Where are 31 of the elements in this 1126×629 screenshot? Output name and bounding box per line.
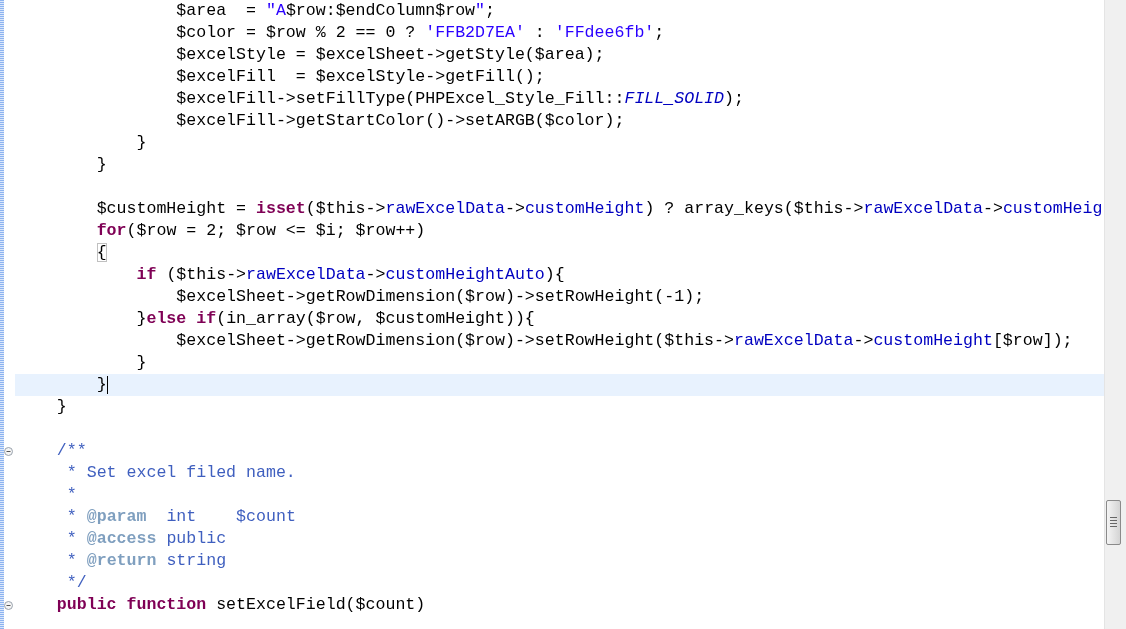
code-line: $color = $row % 2 == 0 ? 'FFB2D7EA' : 'FFdee6fb';: [175, 22, 665, 44]
collapse-icon[interactable]: [4, 446, 13, 456]
code-line: $excelFill->setFillType(PHPExcel_Style_Fill::FILL_SOLID);: [175, 88, 744, 110]
code-line: * @param int $count: [65, 506, 296, 528]
code-line: $excelFill = $excelStyle->getFill();: [175, 66, 545, 88]
code-line: }: [55, 396, 67, 418]
code-line: for($row = 2; $row <= $i; $row++): [95, 220, 426, 242]
scrollbar-thumb[interactable]: [1106, 500, 1121, 545]
code-line: {: [95, 242, 107, 264]
code-line: */: [65, 572, 87, 594]
code-line: * @access public: [65, 528, 227, 550]
code-line: }else if(in_array($row, $customHeight)){: [135, 308, 535, 330]
code-line: /**: [55, 440, 87, 462]
code-line: $excelSheet->getRowDimension($row)->setRowHeight(-1);: [175, 286, 705, 308]
code-line: public function setExcelField($count): [55, 594, 426, 616]
code-line: $excelFill->getStartColor()->setARGB($color);: [175, 110, 625, 132]
code-line: * Set excel filed name.: [65, 462, 296, 484]
code-line: $area = "A$row:$endColumn$row";: [175, 0, 495, 22]
code-line: $excelStyle = $excelSheet->getStyle($area);: [175, 44, 605, 66]
code-line: }: [135, 352, 147, 374]
code-line: *: [65, 484, 77, 506]
code-line: * @return string: [65, 550, 227, 572]
code-line: }: [95, 374, 107, 396]
scrollbar-track[interactable]: [1104, 0, 1126, 629]
collapse-icon[interactable]: [4, 600, 13, 610]
text-cursor: [106, 376, 108, 394]
code-line: }: [135, 132, 147, 154]
code-line: }: [95, 154, 107, 176]
code-line: if ($this->rawExcelData->customHeightAuto){: [135, 264, 565, 286]
code-line: $customHeight = isset($this->rawExcelData->customHeight) ? array_keys($this->rawExcelData->customHeig: [95, 198, 1103, 220]
code-line: $excelSheet->getRowDimension($row)->setRowHeight($this->rawExcelData->customHeight[$row]);: [175, 330, 1073, 352]
